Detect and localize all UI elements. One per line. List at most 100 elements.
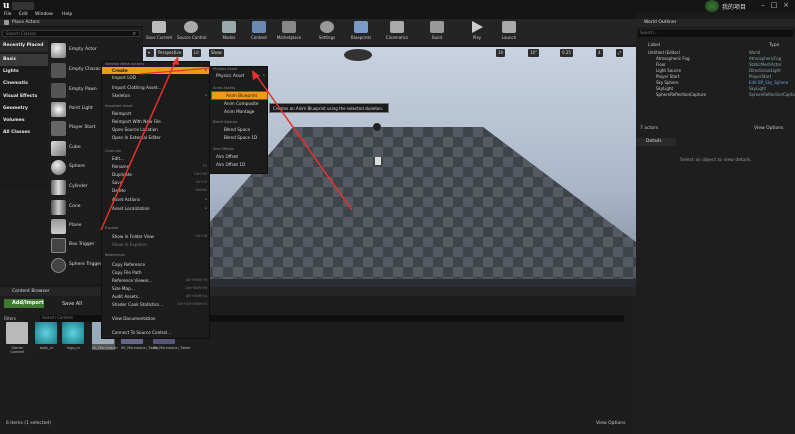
level-tab[interactable]: [12, 2, 34, 10]
menu-import-clothing[interactable]: Import Clothing Asset...: [102, 84, 209, 91]
menu-asset-localization[interactable]: Asset Localization ▸: [102, 205, 209, 212]
scale-snap-button[interactable]: 0.25: [560, 49, 573, 57]
modes-button[interactable]: Modes: [215, 21, 243, 43]
menu-reimport[interactable]: Reimport: [102, 110, 209, 117]
category-recently-placed[interactable]: Recently Placed: [0, 40, 48, 52]
menu-connect-source-control[interactable]: Connect To Source Control...: [102, 329, 209, 336]
asset-tile[interactable]: Starter Content: [6, 322, 29, 354]
category-geometry[interactable]: Geometry: [0, 103, 48, 115]
row-type[interactable]: Edit BP_Sky_Sphere: [749, 80, 788, 85]
menu-delete[interactable]: Delete Delete: [102, 187, 209, 194]
world-outliner-tab[interactable]: World Outliner: [636, 19, 795, 27]
col-type-header[interactable]: Type: [769, 43, 779, 48]
menu-anim-composite[interactable]: Anim Composite: [210, 100, 267, 107]
category-all-classes[interactable]: All Classes: [0, 127, 48, 139]
details-tab[interactable]: Details: [636, 138, 676, 146]
menu-audit-assets[interactable]: Audit Assets... Alt+Shift+A: [102, 293, 209, 300]
menu-blend-space-1d[interactable]: Blend Space 1D: [210, 134, 267, 141]
class-search-input[interactable]: Search Classes ⌕: [2, 30, 140, 37]
menu-edit[interactable]: Edit...: [102, 155, 209, 162]
minimize-button[interactable]: –: [758, 1, 768, 10]
asset-tile[interactable]: body_m: [35, 322, 58, 350]
category-volumes[interactable]: Volumes: [0, 115, 48, 127]
menu-file[interactable]: File: [4, 12, 12, 17]
menu-label: Copy Reference: [112, 262, 146, 267]
menu-open-external-editor[interactable]: Open In External Editor: [102, 134, 209, 141]
filters-button[interactable]: Filters: [4, 316, 16, 321]
menu-aim-offset-1d[interactable]: Aim Offset 1D: [210, 161, 267, 168]
outliner-view-options[interactable]: View Options: [754, 126, 783, 131]
outliner-search-input[interactable]: Search...: [638, 30, 793, 37]
menu-import-lod[interactable]: Import LOD: [102, 74, 209, 81]
menu-show-in-folder-view[interactable]: Show in Folder View Ctrl+B: [102, 233, 209, 240]
show-button[interactable]: Show: [209, 49, 224, 57]
menu-save[interactable]: Save Ctrl+S: [102, 179, 209, 186]
menu-physics-asset[interactable]: Physics Asset ▸: [210, 72, 267, 79]
content-browser-tab[interactable]: Content Browser: [0, 287, 636, 296]
outliner-row[interactable]: Light Source DirectionalLight: [636, 68, 795, 73]
place-actors-tab[interactable]: Place Actors: [0, 19, 143, 27]
menu-shader-cook-stats[interactable]: Shader Cook Statistics... Ctrl+Alt+Shift+…: [102, 301, 209, 308]
asset-name: SK_Mannequin: [92, 346, 118, 350]
menu-anim-blueprint[interactable]: Anim Blueprint: [211, 91, 268, 100]
outliner-row[interactable]: Sky Sphere Edit BP_Sky_Sphere: [636, 80, 795, 85]
add-import-button[interactable]: Add/Import: [4, 299, 44, 308]
build-button[interactable]: Build: [423, 21, 451, 43]
lit-button[interactable]: Lit: [192, 49, 201, 57]
menu-view-documentation[interactable]: View Documentation: [102, 315, 209, 322]
col-label-header[interactable]: Label: [648, 43, 660, 48]
close-button[interactable]: ×: [780, 1, 792, 10]
outliner-row[interactable]: SkyLight SkyLight: [636, 86, 795, 91]
menu-reimport-new-file[interactable]: Reimport With New File: [102, 118, 209, 125]
category-cinematic[interactable]: Cinematic: [0, 78, 48, 90]
menu-skeleton[interactable]: Skeleton ▸: [102, 92, 209, 99]
grid-snap-button[interactable]: 10: [496, 49, 506, 57]
menu-anim-montage[interactable]: Anim Montage: [210, 108, 267, 115]
menu-rename[interactable]: Rename F2: [102, 163, 209, 170]
maximize-viewport-button[interactable]: ⤢: [616, 49, 624, 57]
save-all-button[interactable]: Save All: [62, 301, 82, 307]
rotation-snap-button[interactable]: 10°: [528, 49, 540, 57]
cinematics-button[interactable]: Cinematics: [383, 21, 411, 43]
outliner-row[interactable]: Untitled (Editor) World: [636, 50, 795, 55]
actor-label: Empty Pawn: [69, 87, 97, 92]
menu-edit[interactable]: Edit: [19, 12, 28, 17]
asset-name: SK_Mannequin_Tower: [121, 346, 159, 350]
menu-open-source-location[interactable]: Open Source Location: [102, 126, 209, 133]
launch-button[interactable]: Launch: [495, 21, 523, 43]
settings-button[interactable]: Settings: [313, 21, 341, 43]
source-control-button[interactable]: Source Control: [177, 21, 206, 43]
category-visual-effects[interactable]: Visual Effects: [0, 91, 48, 103]
menu-blend-space[interactable]: Blend Space: [210, 126, 267, 133]
blueprints-button[interactable]: Blueprints: [347, 21, 375, 43]
menu-help[interactable]: Help: [62, 12, 72, 17]
camera-speed-button[interactable]: 4: [596, 49, 603, 57]
menu-window[interactable]: Window: [35, 12, 53, 17]
menu-asset-actions[interactable]: Asset Actions ▸: [102, 196, 209, 203]
asset-tile[interactable]: logo_m: [62, 322, 85, 350]
outliner-row[interactable]: Floor StaticMeshActor: [636, 62, 795, 67]
cb-view-options[interactable]: View Options: [596, 421, 625, 426]
menu-size-map[interactable]: Size Map... Alt+Shift+M: [102, 285, 209, 292]
outliner-row[interactable]: SphereReflectionCapture SphereReflectionC…: [636, 92, 795, 97]
content-button[interactable]: Content: [245, 21, 273, 43]
marketplace-button[interactable]: Marketplace: [275, 21, 303, 43]
maximize-button[interactable]: □: [769, 1, 779, 10]
menu-show-in-explorer[interactable]: Show in Explorer: [102, 241, 209, 248]
save-current-button[interactable]: Save Current: [145, 21, 173, 43]
menu-copy-reference[interactable]: Copy Reference: [102, 261, 209, 268]
viewport-menu-button[interactable]: ▾: [146, 49, 154, 57]
actor-empty-actor[interactable]: Empty Actor: [51, 41, 141, 60]
menu-reference-viewer[interactable]: Reference Viewer... Alt+Shift+R: [102, 277, 209, 284]
play-button[interactable]: Play: [463, 21, 491, 43]
actor-label: Sphere: [69, 164, 85, 169]
menu-create[interactable]: Create ▸: [102, 67, 209, 74]
category-basic[interactable]: Basic: [0, 54, 48, 66]
category-lights[interactable]: Lights: [0, 66, 48, 78]
menu-aim-offset[interactable]: Aim Offset: [210, 153, 267, 160]
outliner-row[interactable]: Atmospheric Fog AtmosphericFog: [636, 56, 795, 61]
outliner-row[interactable]: Player Start PlayerStart: [636, 74, 795, 79]
menu-copy-file-path[interactable]: Copy File Path: [102, 269, 209, 276]
menu-duplicate[interactable]: Duplicate Ctrl+W: [102, 171, 209, 178]
perspective-button[interactable]: Perspective: [156, 49, 184, 57]
